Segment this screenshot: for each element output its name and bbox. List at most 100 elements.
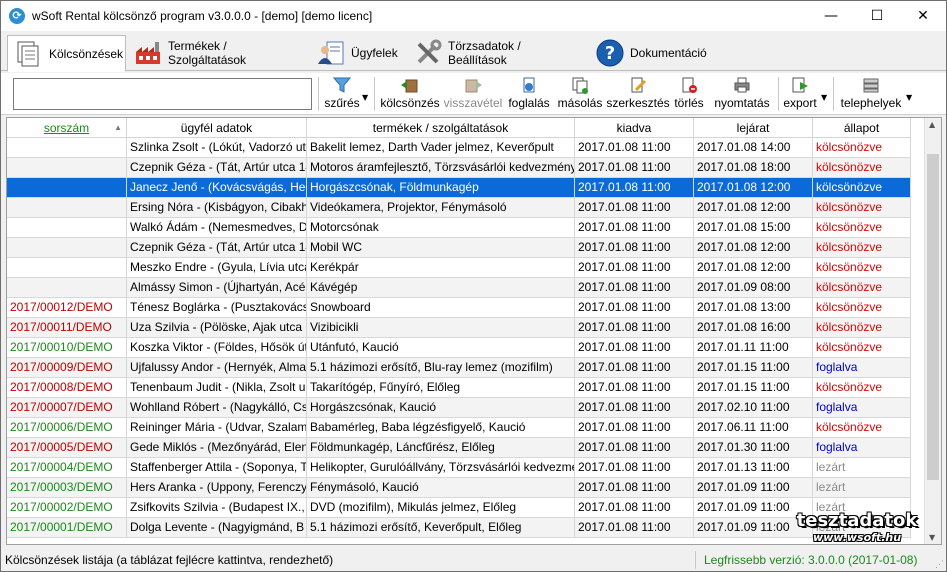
table-row[interactable]: 2017/00003/DEMO Hers Aranka - (Uppony, Fe… <box>7 478 911 498</box>
minimize-button[interactable]: — <box>808 1 854 31</box>
toolbar: szűrés ▼ kölcsönzés visszavétel foglalás… <box>1 73 946 115</box>
toolbar-separator <box>318 77 319 111</box>
export-dropdown-icon[interactable]: ▼ <box>821 93 827 102</box>
cell-termekek: 5.1 házimozi erősítő, Blu-ray lemez (moz… <box>307 358 575 377</box>
cell-allapot: kölcsönözve <box>813 158 911 177</box>
cell-kiadva: 2017.01.08 11:00 <box>575 258 694 277</box>
table-row[interactable]: 2017/00008/DEMO Tenenbaum Judit - (Nikla,… <box>7 378 911 398</box>
cell-kiadva: 2017.01.08 11:00 <box>575 318 694 337</box>
table-row[interactable]: 2017/00002/DEMO Zsifkovits Szilvia - (Bud… <box>7 498 911 518</box>
export-button[interactable]: export <box>781 76 819 114</box>
resize-grip-icon[interactable]: ⋰ <box>935 559 944 570</box>
table-row[interactable]: 2017/00007/DEMO Wohlland Róbert - (Nagyká… <box>7 398 911 418</box>
cell-kiadva: 2017.01.08 11:00 <box>575 478 694 497</box>
table-row[interactable]: Czepnik Géza - (Tát, Artúr utca 14 Motoro… <box>7 158 911 178</box>
cell-sorszam <box>7 198 127 217</box>
print-button[interactable]: nyomtatás <box>711 76 773 114</box>
cell-sorszam: 2017/00008/DEMO <box>7 378 127 397</box>
cell-ugyfel: Koszka Viktor - (Földes, Hősök út <box>127 338 307 357</box>
factory-icon <box>133 38 163 68</box>
table-row[interactable]: 2017/00005/DEMO Gede Miklós - (Mezőnyárád… <box>7 438 911 458</box>
table-row[interactable]: Almássy Simon - (Újhartyán, Acé Kávégép 20… <box>7 278 911 298</box>
version-link[interactable]: Legfrissebb verzió: 3.0.0.0 (2017-01-08) <box>704 553 917 567</box>
copy-button[interactable]: másolás <box>556 76 604 114</box>
cell-ugyfel: Janecz Jenő - (Kovácsvágás, Hegy <box>127 178 307 197</box>
table-row[interactable]: Czepnik Géza - (Tát, Artúr utca 14 Mobil … <box>7 238 911 258</box>
cell-termekek: 5.1 házimozi erősítő, Keverőpult, Előleg <box>307 518 575 537</box>
cell-kiadva: 2017.01.08 11:00 <box>575 138 694 157</box>
cell-ugyfel: Ténesz Boglárka - (Pusztakovácsi, <box>127 298 307 317</box>
table-row[interactable]: 2017/00010/DEMO Koszka Viktor - (Földes, … <box>7 338 911 358</box>
maximize-button[interactable]: ☐ <box>854 1 900 31</box>
close-button[interactable]: ✕ <box>900 1 946 31</box>
funnel-icon <box>332 76 352 94</box>
status-text: Kölcsönzések listája (a táblázat fejlécr… <box>5 553 334 567</box>
table-row[interactable]: Walkó Ádám - (Nemesmedves, D Motorcsónak 2… <box>7 218 911 238</box>
table-row[interactable]: 2017/00004/DEMO Staffenberger Attila - (S… <box>7 458 911 478</box>
cell-allapot: kölcsönözve <box>813 178 911 197</box>
cell-lejarat: 2017.06.11 11:00 <box>694 418 813 437</box>
cell-termekek: Kerékpár <box>307 258 575 277</box>
cell-kiadva: 2017.01.08 11:00 <box>575 498 694 517</box>
table-row[interactable]: 2017/00011/DEMO Uza Szilvia - (Pölöske, A… <box>7 318 911 338</box>
cell-sorszam <box>7 238 127 257</box>
booking-button[interactable]: foglalás <box>505 76 553 114</box>
tab-torzsadatok[interactable]: Törzsadatok / Beállítások <box>407 35 587 71</box>
cell-allapot: kölcsönözve <box>813 238 911 257</box>
table-row[interactable]: 2017/00009/DEMO Ujfalussy Andor - (Hernyé… <box>7 358 911 378</box>
toolbar-separator <box>833 77 834 111</box>
table-row[interactable]: Szlinka Zsolt - (Lókút, Vadorzó ut Bakeli… <box>7 138 911 158</box>
main-tabs: Kölcsönzések Termékek / Szolgáltatások Ü… <box>1 33 946 72</box>
cell-kiadva: 2017.01.08 11:00 <box>575 438 694 457</box>
header-sorszam[interactable]: sorszám ▲ <box>7 118 127 138</box>
vertical-scrollbar[interactable]: ▲ ▼ <box>924 118 941 544</box>
table-row[interactable]: Meszko Endre - (Gyula, Lívia utca Kerékpá… <box>7 258 911 278</box>
cell-ugyfel: Meszko Endre - (Gyula, Lívia utca <box>127 258 307 277</box>
cell-kiadva: 2017.01.08 11:00 <box>575 198 694 217</box>
return-button[interactable]: visszavétel <box>443 76 503 114</box>
header-allapot[interactable]: állapot <box>813 118 911 138</box>
header-ugyfel[interactable]: ügyfél adatok <box>127 118 307 138</box>
documents-icon <box>14 39 44 69</box>
tab-kolcsonzesek[interactable]: Kölcsönzések <box>7 35 126 72</box>
cell-lejarat: 2017.01.08 12:00 <box>694 178 813 197</box>
locations-dropdown-icon[interactable]: ▼ <box>906 93 912 102</box>
search-input[interactable] <box>13 78 312 110</box>
cell-ugyfel: Hers Aranka - (Uppony, Ferenczy <box>127 478 307 497</box>
table-row[interactable]: 2017/00006/DEMO Reininger Mária - (Udvar,… <box>7 418 911 438</box>
cell-kiadva: 2017.01.08 11:00 <box>575 418 694 437</box>
tab-termekek[interactable]: Termékek / Szolgáltatások <box>127 35 309 71</box>
watermark-site: www.wsoft.hu <box>812 531 902 544</box>
header-lejarat[interactable]: lejárat <box>694 118 813 138</box>
rental-button[interactable]: kölcsönzés <box>379 76 441 114</box>
delete-button[interactable]: törlés <box>672 76 706 114</box>
filter-dropdown-icon[interactable]: ▼ <box>362 93 368 102</box>
tab-label: Dokumentáció <box>630 46 707 60</box>
header-kiadva[interactable]: kiadva <box>575 118 694 138</box>
table-row[interactable]: 2017/00001/DEMO Dolga Levente - (Nagyigmá… <box>7 518 911 538</box>
filter-button[interactable]: szűrés <box>321 76 363 114</box>
locations-button[interactable]: telephelyek <box>837 76 905 114</box>
tab-ugyfelek[interactable]: Ügyfelek <box>310 35 406 71</box>
cell-allapot: foglalva <box>813 438 911 457</box>
tab-dokumentacio[interactable]: ? Dokumentáció <box>589 35 713 71</box>
cell-lejarat: 2017.01.08 12:00 <box>694 258 813 277</box>
cell-lejarat: 2017.01.08 18:00 <box>694 158 813 177</box>
cell-ugyfel: Uza Szilvia - (Pölöske, Ajak utca 1 <box>127 318 307 337</box>
cell-allapot: lezárt <box>813 478 911 497</box>
scroll-up-icon[interactable]: ▲ <box>929 120 935 129</box>
cell-kiadva: 2017.01.08 11:00 <box>575 178 694 197</box>
cell-kiadva: 2017.01.08 11:00 <box>575 218 694 237</box>
table-row[interactable]: 2017/00012/DEMO Ténesz Boglárka - (Puszta… <box>7 298 911 318</box>
table-row[interactable]: Ersing Nóra - (Kisbágyon, Cibakh Videókam… <box>7 198 911 218</box>
scrollbar-thumb[interactable] <box>927 154 939 480</box>
header-termekek[interactable]: termékek / szolgáltatások <box>307 118 575 138</box>
table-row[interactable]: Janecz Jenő - (Kovácsvágás, Hegy Horgászc… <box>7 178 911 198</box>
cell-kiadva: 2017.01.08 11:00 <box>575 298 694 317</box>
tab-label: Termékek / Szolgáltatások <box>168 39 247 67</box>
cell-ugyfel: Zsifkovits Szilvia - (Budapest IX., I <box>127 498 307 517</box>
cell-allapot: kölcsönözve <box>813 318 911 337</box>
edit-button[interactable]: szerkesztés <box>606 76 670 114</box>
cell-lejarat: 2017.01.08 14:00 <box>694 138 813 157</box>
svg-text:?: ? <box>605 43 615 64</box>
